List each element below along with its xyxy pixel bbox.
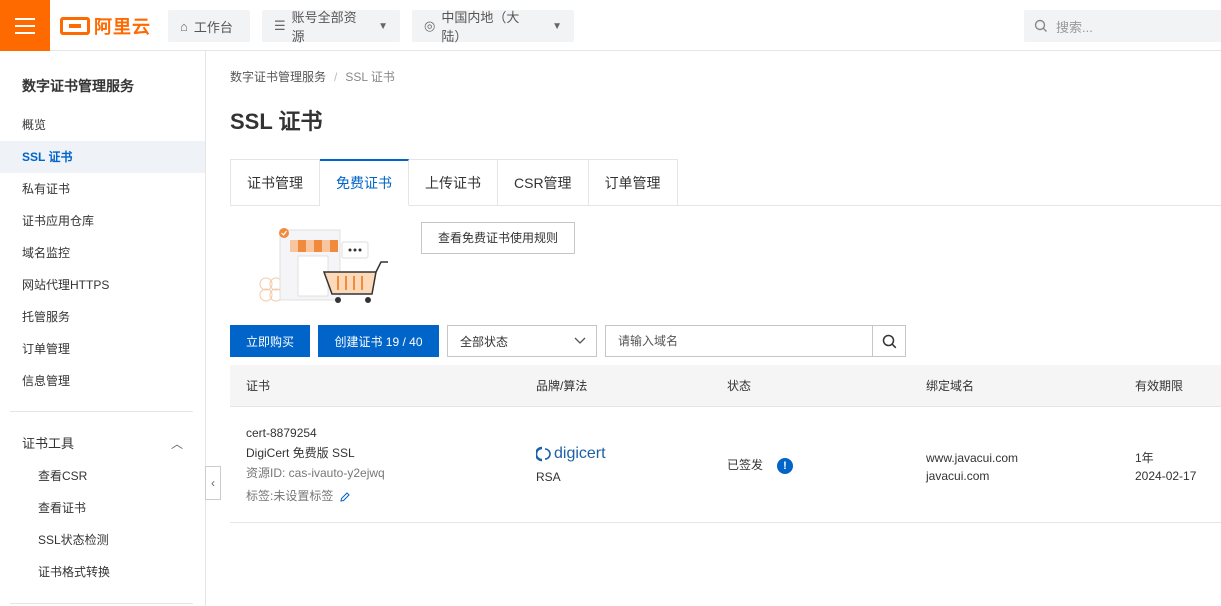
col-header-status: 状态	[727, 379, 752, 393]
sidebar-sub-ssl-check[interactable]: SSL状态检测	[0, 524, 205, 556]
search-icon	[882, 334, 896, 348]
sidebar-group-cert-tools[interactable]: 证书工具 ︿	[0, 428, 205, 460]
chevron-up-icon: ︿	[170, 437, 183, 451]
create-cert-button[interactable]: 创建证书 19 / 40	[318, 325, 439, 357]
global-search-placeholder: 搜索...	[1056, 19, 1093, 35]
sidebar-collapse-handle[interactable]: ‹	[205, 466, 221, 500]
col-header-domain: 绑定域名	[926, 379, 975, 393]
tab-bar: 证书管理 免费证书 上传证书 CSR管理 订单管理	[230, 159, 678, 206]
account-scope-label: 账号全部资源	[291, 10, 357, 44]
status-filter-select[interactable]: 全部状态	[447, 325, 597, 357]
cert-name: DigiCert 免费版 SSL	[246, 446, 355, 460]
free-cert-rules-button[interactable]: 查看免费证书使用规则	[421, 222, 575, 254]
sidebar-sub-format-convert[interactable]: 证书格式转换	[0, 556, 205, 588]
bound-domain: www.javacui.com	[926, 451, 1019, 465]
chevron-left-icon: ‹	[211, 476, 215, 490]
sidebar-item-ssl-cert[interactable]: SSL 证书	[0, 141, 205, 173]
logo-text: 阿里云	[94, 17, 151, 37]
sidebar-item-domain-monitor[interactable]: 域名监控	[0, 237, 205, 269]
chevron-down-icon: ▼	[378, 20, 388, 32]
home-icon: ⌂	[180, 18, 188, 34]
breadcrumb-current: SSL 证书	[345, 70, 395, 84]
digicert-logo-mark-icon	[536, 446, 551, 462]
hamburger-menu-icon[interactable]	[0, 0, 50, 51]
sidebar-item-cert-repo[interactable]: 证书应用仓库	[0, 205, 205, 237]
expiry-date: 2024-02-17	[1135, 469, 1197, 483]
status-filter-value: 全部状态	[460, 334, 509, 349]
cert-id[interactable]: cert-8879254	[246, 425, 317, 441]
validity-period: 1年	[1135, 451, 1154, 465]
cert-tags-label: 标签:未设置标签	[246, 489, 334, 503]
global-search-input[interactable]: 搜索...	[1024, 10, 1221, 42]
algorithm: RSA	[536, 470, 561, 484]
tab-cert-management[interactable]: 证书管理	[230, 159, 320, 206]
aliyun-logo-mark-icon	[60, 17, 90, 35]
search-icon	[1034, 19, 1047, 32]
shop-cart-illustration-icon	[259, 228, 388, 303]
domain-search-input[interactable]	[605, 325, 873, 357]
workbench-label: 工作台	[193, 19, 233, 35]
workbench-button[interactable]: ⌂ 工作台	[168, 10, 250, 42]
sidebar-item-private-cert[interactable]: 私有证书	[0, 173, 205, 205]
region-label: 中国内地（大陆）	[441, 10, 520, 44]
status-text: 已签发	[727, 458, 764, 472]
sidebar-sub-view-cert[interactable]: 查看证书	[0, 492, 205, 524]
col-header-brand: 品牌/算法	[536, 379, 588, 393]
sidebar-sub-view-csr[interactable]: 查看CSR	[0, 460, 205, 492]
info-icon[interactable]: !	[777, 457, 794, 474]
sidebar-item-https-proxy[interactable]: 网站代理HTTPS	[0, 269, 205, 301]
sidebar: 数字证书管理服务 概览 SSL 证书 私有证书 证书应用仓库 域名监控 网站代理…	[0, 51, 206, 606]
list-icon: ☰	[274, 18, 286, 33]
digicert-logo: digicert	[536, 445, 606, 463]
breadcrumb-root[interactable]: 数字证书管理服务	[230, 70, 326, 84]
edit-pencil-icon[interactable]	[339, 491, 351, 503]
domain-search-button[interactable]	[872, 325, 906, 357]
tab-csr-management[interactable]: CSR管理	[498, 159, 589, 206]
sidebar-item-info[interactable]: 信息管理	[0, 365, 205, 397]
sidebar-group-label: 证书工具	[22, 436, 75, 451]
col-header-cert: 证书	[246, 379, 271, 393]
top-bar: 阿里云 ⌂ 工作台 ☰ 账号全部资源 ▼ ◎ 中国内地（大陆） ▼ 搜索...	[0, 0, 1221, 51]
table-header: 证书 品牌/算法 状态 绑定域名 有效期限	[230, 365, 1221, 407]
brand-name: digicert	[554, 445, 606, 462]
resource-id: 资源ID: cas-ivauto-y2ejwq	[246, 466, 385, 480]
tab-order-management[interactable]: 订单管理	[588, 159, 678, 206]
tab-upload-cert[interactable]: 上传证书	[409, 159, 498, 206]
sidebar-divider	[10, 603, 193, 604]
region-dropdown[interactable]: ◎ 中国内地（大陆） ▼	[412, 10, 574, 44]
cert-tags[interactable]: 标签:未设置标签	[246, 488, 351, 504]
table-row: cert-8879254 DigiCert 免费版 SSL 资源ID: cas-…	[230, 407, 1221, 523]
chevron-down-icon	[574, 337, 586, 344]
breadcrumb: 数字证书管理服务 / SSL 证书	[230, 70, 395, 84]
cert-status: 已签发!	[727, 457, 794, 474]
tab-free-cert[interactable]: 免费证书	[320, 159, 409, 206]
chevron-down-icon: ▼	[552, 20, 562, 32]
sidebar-item-overview[interactable]: 概览	[0, 109, 205, 141]
bound-domain: javacui.com	[926, 469, 990, 483]
sidebar-item-hosting[interactable]: 托管服务	[0, 301, 205, 333]
sidebar-item-orders[interactable]: 订单管理	[0, 333, 205, 365]
sidebar-title: 数字证书管理服务	[22, 78, 134, 94]
col-header-validity: 有效期限	[1135, 379, 1184, 393]
aliyun-logo[interactable]: 阿里云	[60, 14, 151, 38]
page-title: SSL 证书	[230, 109, 323, 134]
sidebar-divider	[10, 411, 193, 412]
account-scope-dropdown[interactable]: ☰ 账号全部资源 ▼	[262, 10, 400, 44]
location-pin-icon: ◎	[424, 18, 436, 33]
buy-now-button[interactable]: 立即购买	[230, 325, 310, 357]
